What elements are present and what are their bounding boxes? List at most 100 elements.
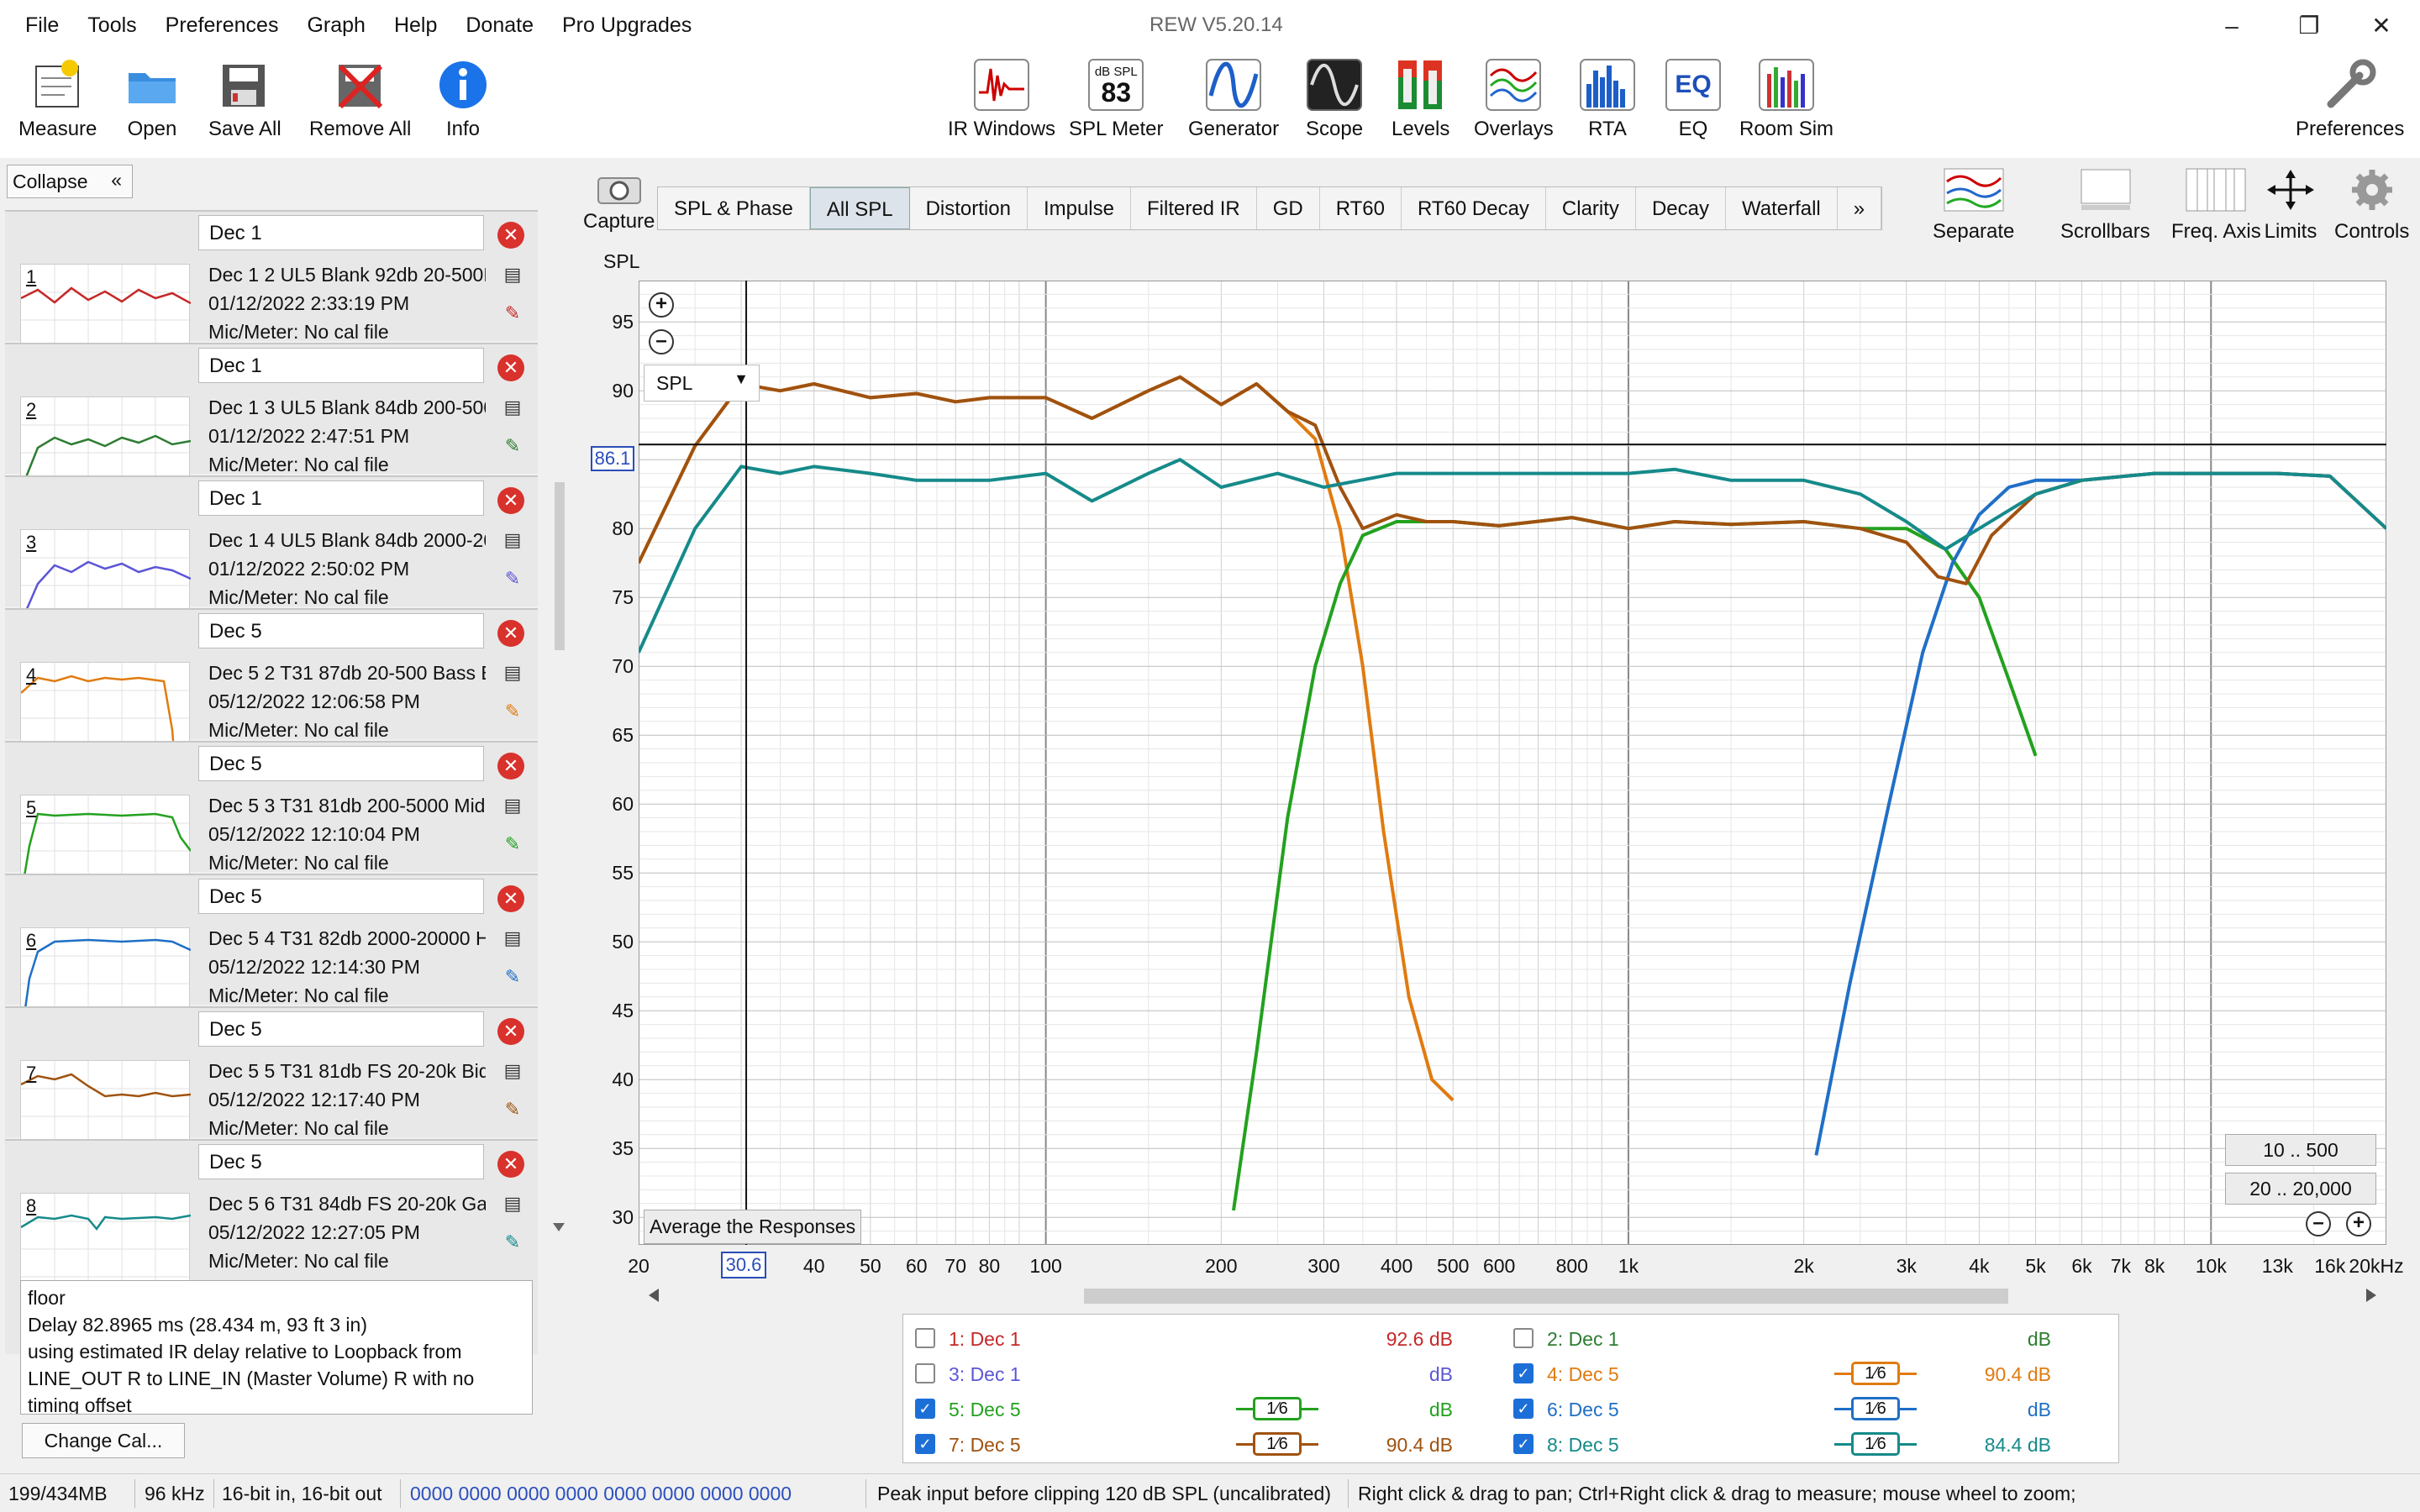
scope-button[interactable]: Scope (1306, 59, 1363, 141)
menu-help[interactable]: Help (394, 13, 437, 38)
tab-impulse[interactable]: Impulse (1028, 187, 1131, 229)
remove-measurement-icon[interactable]: ✕ (497, 222, 524, 249)
tab-distortion[interactable]: Distortion (910, 187, 1028, 229)
zoom-out-x-icon[interactable]: – (2306, 1211, 2331, 1236)
measurement-notes[interactable]: floor Delay 82.8965 ms (28.434 m, 93 ft … (20, 1280, 533, 1415)
menu-tools[interactable]: Tools (87, 13, 136, 38)
rta-button[interactable]: RTA (1580, 59, 1635, 141)
minimize-icon[interactable]: – (2207, 8, 2257, 44)
pen-icon[interactable]: ✎ (501, 833, 524, 857)
range-20-20000-button[interactable]: 20 .. 20,000 (2225, 1173, 2376, 1205)
pen-icon[interactable]: ✎ (501, 966, 524, 990)
tab-decay[interactable]: Decay (1636, 187, 1726, 229)
tab-rt60-decay[interactable]: RT60 Decay (1402, 187, 1546, 229)
waveform-icon[interactable]: ▤ (501, 396, 524, 420)
info-button[interactable]: Info (435, 59, 491, 141)
tab-more[interactable]: » (1838, 187, 1882, 229)
spl-selector[interactable]: SPL ▼ (644, 365, 760, 402)
pen-icon[interactable]: ✎ (501, 1231, 524, 1255)
remove-measurement-icon[interactable]: ✕ (497, 620, 524, 647)
waveform-icon[interactable]: ▤ (501, 927, 524, 951)
menu-preferences[interactable]: Preferences (166, 13, 279, 38)
legend-checkbox[interactable]: ✓ (1513, 1363, 1534, 1383)
tab-filtered-ir[interactable]: Filtered IR (1131, 187, 1257, 229)
smoothing-indicator[interactable]: 1⁄6 (1236, 1397, 1318, 1420)
measurement-item[interactable]: Dec 1✕1205Dec 1 2 UL5 Blank 92db 20-500H… (0, 210, 546, 375)
legend-checkbox[interactable]: ✓ (915, 1399, 935, 1419)
average-responses-button[interactable]: Average the Responses (644, 1210, 862, 1244)
remove-measurement-icon[interactable]: ✕ (497, 354, 524, 381)
measurement-item[interactable]: Dec 1✕22005Dec 1 3 UL5 Blank 84db 200-50… (0, 343, 546, 508)
legend-checkbox[interactable] (915, 1363, 935, 1383)
zoom-out-icon[interactable]: – (649, 329, 674, 354)
scrollbar-thumb[interactable] (1084, 1289, 2008, 1304)
ir-windows-button[interactable]: IR Windows (948, 59, 1055, 141)
measure-button[interactable]: Measure (18, 59, 97, 141)
smoothing-indicator[interactable]: 1⁄6 (1834, 1432, 1917, 1456)
pen-icon[interactable]: ✎ (501, 1099, 524, 1122)
remove-all-button[interactable]: Remove All (309, 59, 411, 141)
spl-plot[interactable] (637, 280, 2388, 1246)
remove-measurement-icon[interactable]: ✕ (497, 885, 524, 912)
menu-pro-upgrades[interactable]: Pro Upgrades (562, 13, 692, 38)
open-button[interactable]: Open (124, 59, 180, 141)
pen-icon[interactable]: ✎ (501, 435, 524, 459)
pen-icon[interactable]: ✎ (501, 302, 524, 326)
waveform-icon[interactable]: ▤ (501, 1193, 524, 1216)
measurement-name-field[interactable]: Dec 5 (198, 1144, 484, 1179)
eq-button[interactable]: EQ EQ (1665, 59, 1721, 141)
pen-icon[interactable]: ✎ (501, 568, 524, 591)
tab-rt60[interactable]: RT60 (1320, 187, 1402, 229)
remove-measurement-icon[interactable]: ✕ (497, 1018, 524, 1045)
remove-measurement-icon[interactable]: ✕ (497, 753, 524, 780)
smoothing-indicator[interactable]: 1⁄6 (1834, 1397, 1917, 1420)
zoom-in-icon[interactable]: + (649, 292, 674, 318)
measurement-name-field[interactable]: Dec 1 (198, 215, 484, 250)
spl-graph[interactable] (637, 280, 2388, 1246)
legend-checkbox[interactable]: ✓ (1513, 1434, 1534, 1454)
tab-waterfall[interactable]: Waterfall (1726, 187, 1838, 229)
controls-button[interactable]: Controls (2334, 168, 2409, 244)
levels-button[interactable]: Levels (1392, 59, 1449, 141)
measurement-item[interactable]: Dec 5✕52005Dec 5 3 T31 81db 200-5000 Mid… (0, 741, 546, 906)
overlays-button[interactable]: Overlays (1474, 59, 1554, 141)
measurement-name-field[interactable]: Dec 5 (198, 746, 484, 781)
tab-spl-phase[interactable]: SPL & Phase (658, 187, 810, 229)
change-cal-button[interactable]: Change Cal... (22, 1423, 185, 1458)
spl-meter-button[interactable]: dB SPL 83 SPL Meter (1069, 59, 1164, 141)
tab-clarity[interactable]: Clarity (1546, 187, 1636, 229)
generator-button[interactable]: Generator (1188, 59, 1279, 141)
legend-checkbox[interactable]: ✓ (915, 1434, 935, 1454)
remove-measurement-icon[interactable]: ✕ (497, 1151, 524, 1178)
legend-checkbox[interactable] (1513, 1328, 1534, 1348)
pen-icon[interactable]: ✎ (501, 701, 524, 724)
remove-measurement-icon[interactable]: ✕ (497, 487, 524, 514)
menu-graph[interactable]: Graph (307, 13, 365, 38)
measurement-name-field[interactable]: Dec 1 (198, 348, 484, 383)
zoom-in-x-icon[interactable]: + (2346, 1211, 2371, 1236)
waveform-icon[interactable]: ▤ (501, 1060, 524, 1084)
menu-file[interactable]: File (25, 13, 59, 38)
preferences-button[interactable]: Preferences (2296, 59, 2404, 141)
measurement-item[interactable]: Dec 5✕4205Dec 5 2 T31 87db 20-500 Bass B… (0, 608, 546, 774)
waveform-icon[interactable]: ▤ (501, 264, 524, 287)
smoothing-indicator[interactable]: 1⁄6 (1834, 1362, 1917, 1385)
save-all-button[interactable]: Save All (208, 59, 281, 141)
limits-button[interactable]: Limits (2260, 168, 2321, 244)
legend-checkbox[interactable] (915, 1328, 935, 1348)
measurement-item[interactable]: Dec 5✕62.0k20Dec 5 4 T31 82db 2000-20000… (0, 874, 546, 1039)
waveform-icon[interactable]: ▤ (501, 529, 524, 553)
measurement-item[interactable]: Dec 1✕32.0k20Dec 1 4 UL5 Blank 84db 2000… (0, 475, 546, 641)
restore-icon[interactable]: ❐ (2284, 8, 2334, 44)
tab-all-spl[interactable]: All SPL (809, 187, 910, 229)
scrollbars-button[interactable]: Scrollbars (2060, 168, 2150, 244)
room-sim-button[interactable]: Room Sim (1739, 59, 1833, 141)
separate-button[interactable]: Separate (1933, 168, 2014, 244)
graph-horizontal-scrollbar[interactable] (647, 1284, 2378, 1307)
measurement-name-field[interactable]: Dec 1 (198, 480, 484, 516)
menu-donate[interactable]: Donate (466, 13, 534, 38)
legend-checkbox[interactable]: ✓ (1513, 1399, 1534, 1419)
capture-button[interactable]: Capture (583, 171, 655, 234)
smoothing-indicator[interactable]: 1⁄6 (1236, 1432, 1318, 1456)
measurement-item[interactable]: Dec 5✕72020Dec 5 5 T31 81db FS 20-20k Bi… (0, 1006, 546, 1172)
